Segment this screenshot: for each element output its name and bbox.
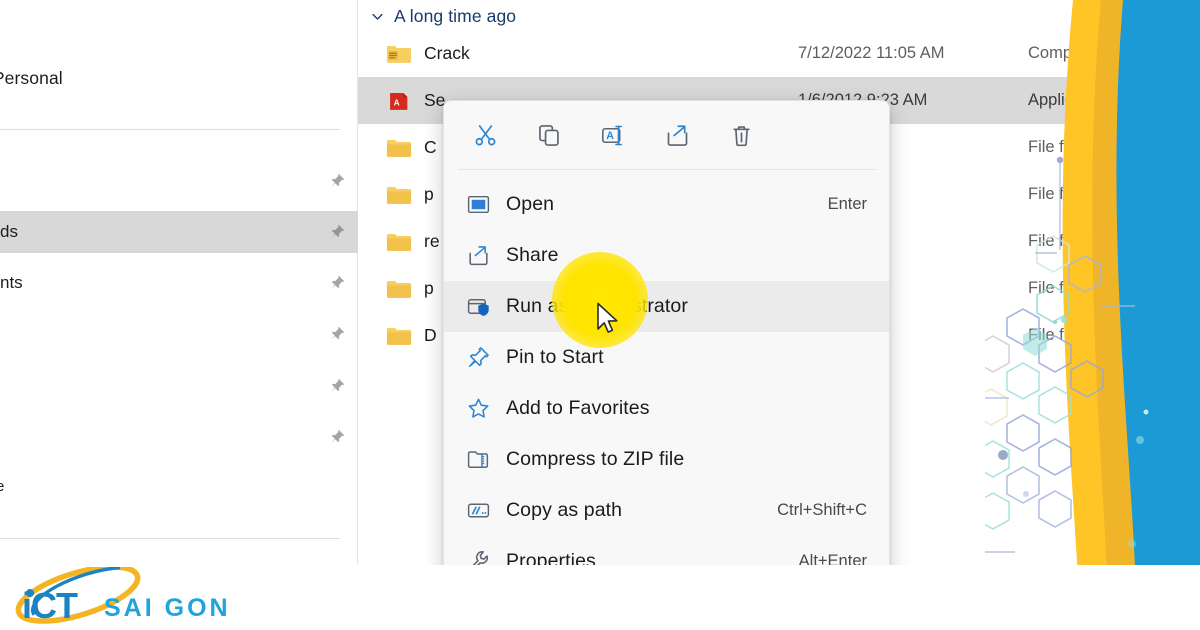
sidebar-divider — [0, 129, 340, 130]
menu-item-label: Share — [506, 244, 559, 266]
scissors-icon — [475, 124, 495, 145]
menu-item-label: Add to Favorites — [506, 397, 650, 419]
sidebar-item-downloads[interactable]: ds — [0, 211, 358, 253]
file-type: File folder — [1028, 185, 1101, 203]
sidebar-bottom-divider — [0, 538, 340, 539]
share-icon — [667, 124, 687, 146]
folder-icon — [386, 186, 412, 204]
shield-icon — [461, 294, 495, 320]
file-type: File folder — [1028, 232, 1101, 250]
menu-item-accel: Enter — [827, 195, 867, 213]
file-type: File folder — [1028, 138, 1101, 156]
ict-saigon-logo: iCT SAI GON — [15, 567, 231, 626]
pin-icon[interactable] — [328, 172, 346, 190]
rename-button[interactable]: A — [581, 110, 645, 160]
cut-button[interactable] — [453, 110, 517, 160]
folder-icon — [386, 327, 412, 345]
context-menu-toolbar: A — [444, 101, 889, 169]
copy-button[interactable] — [517, 110, 581, 160]
file-name: re — [424, 231, 440, 251]
pin-icon[interactable] — [328, 274, 346, 292]
file-name: D — [424, 325, 437, 345]
file-name: p — [424, 184, 434, 204]
file-type: Applicat — [1028, 91, 1087, 109]
folder-icon — [386, 233, 412, 251]
table-row[interactable]: Crack 7/12/2022 11:05 AM Comp — [358, 30, 1200, 77]
file-group-title: A long time ago — [394, 5, 517, 26]
menu-item-open[interactable]: Open Enter — [444, 179, 889, 230]
menu-item-copy-as-path[interactable]: Copy as path Ctrl+Shift+C — [444, 485, 889, 536]
share-button[interactable] — [645, 110, 709, 160]
open-icon — [461, 192, 495, 218]
branding-bar: iCT SAI GON 0906.652.739 0938.928.258 — [0, 565, 1200, 630]
sidebar-item-documents[interactable]: nts — [0, 262, 358, 304]
menu-item-share[interactable]: Share — [444, 230, 889, 281]
svg-text:A: A — [394, 97, 400, 107]
pin-icon[interactable] — [328, 428, 346, 446]
sidebar-item-label: nts — [0, 273, 23, 292]
navigation-sidebar: - Personal ds nts — [0, 0, 358, 565]
menu-item-run-as-administrator[interactable]: Run as administrator — [444, 281, 889, 332]
file-name: Crack — [424, 43, 470, 63]
menu-item-label: Open — [506, 193, 555, 215]
svg-text:SAI GON: SAI GON — [104, 594, 231, 622]
copy-icon — [538, 124, 559, 146]
file-name: p — [424, 278, 434, 298]
star-icon — [461, 396, 495, 422]
menu-item-label: Compress to ZIP file — [506, 448, 685, 470]
file-name: C — [424, 137, 437, 157]
svg-text:iCT: iCT — [22, 585, 78, 626]
file-date: 7/12/2022 11:05 AM — [798, 44, 945, 62]
menu-item-label: Run as administrator — [506, 295, 688, 317]
zip-icon — [461, 447, 495, 473]
copypath-icon — [461, 498, 495, 524]
svg-text:A: A — [606, 130, 614, 142]
sidebar-item-0[interactable] — [0, 160, 358, 202]
pin-icon[interactable] — [328, 377, 346, 395]
sidebar-partial-text: e — [0, 478, 5, 495]
chevron-down-icon[interactable] — [370, 9, 385, 24]
menu-item-pin-to-start[interactable]: Pin to Start — [444, 332, 889, 383]
sidebar-item-3[interactable] — [0, 313, 358, 355]
sidebar-item-label: ds — [0, 222, 18, 241]
pin-icon[interactable] — [328, 325, 346, 343]
context-menu-separator — [458, 169, 877, 170]
menu-item-accel: Ctrl+Shift+C — [777, 501, 867, 519]
file-type: Comp — [1028, 44, 1073, 62]
folder-icon — [386, 139, 412, 157]
menu-item-add-to-favorites[interactable]: Add to Favorites — [444, 383, 889, 434]
sidebar-item-4[interactable] — [0, 365, 358, 407]
context-menu-items: Open Enter Share Run as administrator Pi… — [444, 179, 889, 629]
screenshot-root: - Personal ds nts — [0, 0, 1200, 630]
file-group-header[interactable]: A long time ago — [370, 0, 516, 32]
menu-item-label: Copy as path — [506, 499, 623, 521]
file-type: File folder — [1028, 279, 1101, 297]
menu-item-compress-to-zip[interactable]: Compress to ZIP file — [444, 434, 889, 485]
pdf-application-icon: A — [390, 92, 408, 110]
folder-special-icon — [386, 45, 412, 63]
share-icon — [461, 243, 495, 269]
pin-icon — [461, 345, 495, 371]
folder-icon — [386, 280, 412, 298]
trash-icon — [732, 125, 750, 146]
pin-icon[interactable] — [328, 223, 346, 241]
menu-item-label: Pin to Start — [506, 346, 604, 368]
rename-icon: A — [601, 125, 622, 145]
sidebar-item-5[interactable] — [0, 416, 358, 458]
file-type: File folder — [1028, 326, 1101, 344]
context-menu: A Open Enter Share Run as administrator … — [443, 100, 890, 630]
delete-button[interactable] — [709, 110, 773, 160]
sidebar-account-label: - Personal — [0, 68, 63, 88]
